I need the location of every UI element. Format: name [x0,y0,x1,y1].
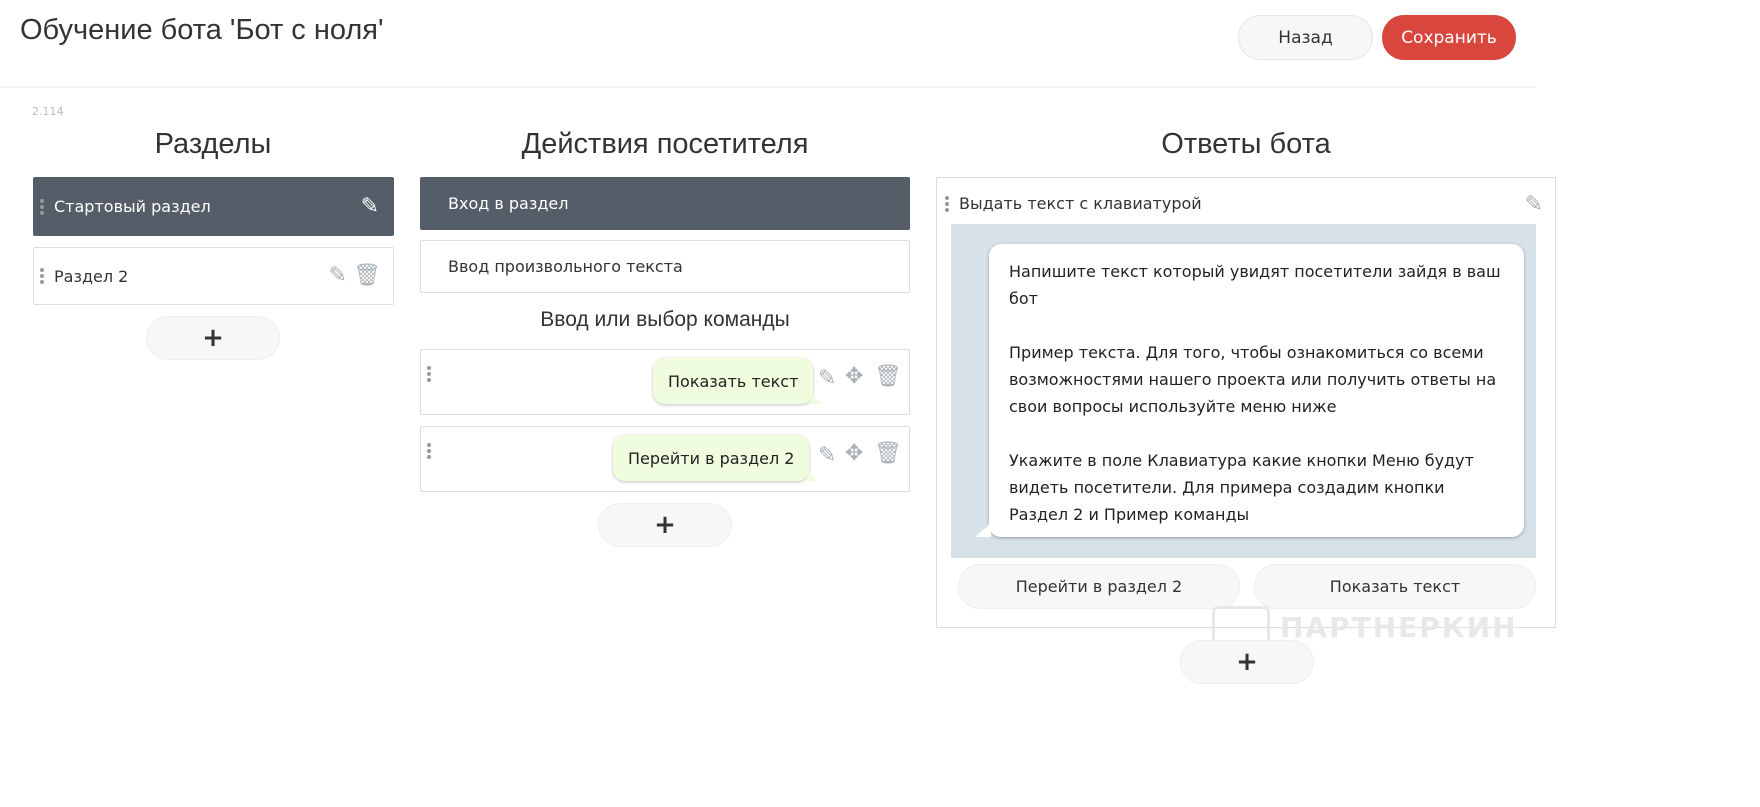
commands-subheading: Ввод или выбор команды [540,308,790,331]
answer-title: Выдать текст с клавиатурой [959,194,1202,213]
answers-heading: Ответы бота [1161,128,1331,160]
answer-card: Выдать текст с клавиатурой ✎ Напишите те… [936,177,1556,628]
keyboard-button[interactable]: Показать текст [1254,564,1536,609]
keyboard-button[interactable]: Перейти в раздел 2 [958,564,1240,609]
edit-icon[interactable]: ✎ [818,445,836,467]
drag-handle-icon[interactable] [427,443,431,459]
add-section-button[interactable]: + [146,316,280,360]
drag-handle-icon[interactable] [40,198,44,215]
action-enter-section[interactable]: Вход в раздел [420,177,910,230]
add-answer-button[interactable]: + [1180,640,1314,684]
drag-handle-icon[interactable] [945,195,949,212]
action-label: Ввод произвольного текста [448,257,683,276]
edit-icon[interactable]: ✎ [329,265,347,287]
section-item-start[interactable]: Стартовый раздел ✎ [33,177,394,236]
add-command-button[interactable]: + [598,503,732,547]
drag-handle-icon[interactable] [427,366,431,382]
section-item-2[interactable]: Раздел 2 ✎ 🗑 [33,247,394,305]
chat-preview: Напишите текст который увидят посетители… [951,224,1536,558]
action-free-text[interactable]: Ввод произвольного текста [420,240,910,293]
trash-icon[interactable]: 🗑 [874,366,902,388]
edit-icon[interactable]: ✎ [1525,194,1543,216]
version-label: 2.114 [32,105,64,118]
trash-icon[interactable]: 🗑 [874,443,902,465]
action-label: Вход в раздел [448,194,569,213]
section-label: Раздел 2 [54,266,129,286]
move-icon[interactable]: ✥ [845,443,863,465]
page-title: Обучение бота 'Бот с ноля' [20,14,384,46]
edit-icon[interactable]: ✎ [818,368,836,390]
move-icon[interactable]: ✥ [845,366,863,388]
drag-handle-icon[interactable] [40,268,44,284]
trash-icon[interactable]: 🗑 [353,265,381,287]
header-divider [0,86,1536,88]
command-bubble: Перейти в раздел 2 [613,435,818,481]
back-button[interactable]: Назад [1238,15,1373,60]
command-bubble: Показать текст [653,358,822,404]
save-button[interactable]: Сохранить [1382,15,1516,60]
edit-icon[interactable]: ✎ [361,195,379,218]
bot-message: Напишите текст который увидят посетители… [975,244,1524,537]
section-label: Стартовый раздел [54,197,211,216]
actions-heading: Действия посетителя [521,128,809,160]
sections-heading: Разделы [154,128,272,160]
